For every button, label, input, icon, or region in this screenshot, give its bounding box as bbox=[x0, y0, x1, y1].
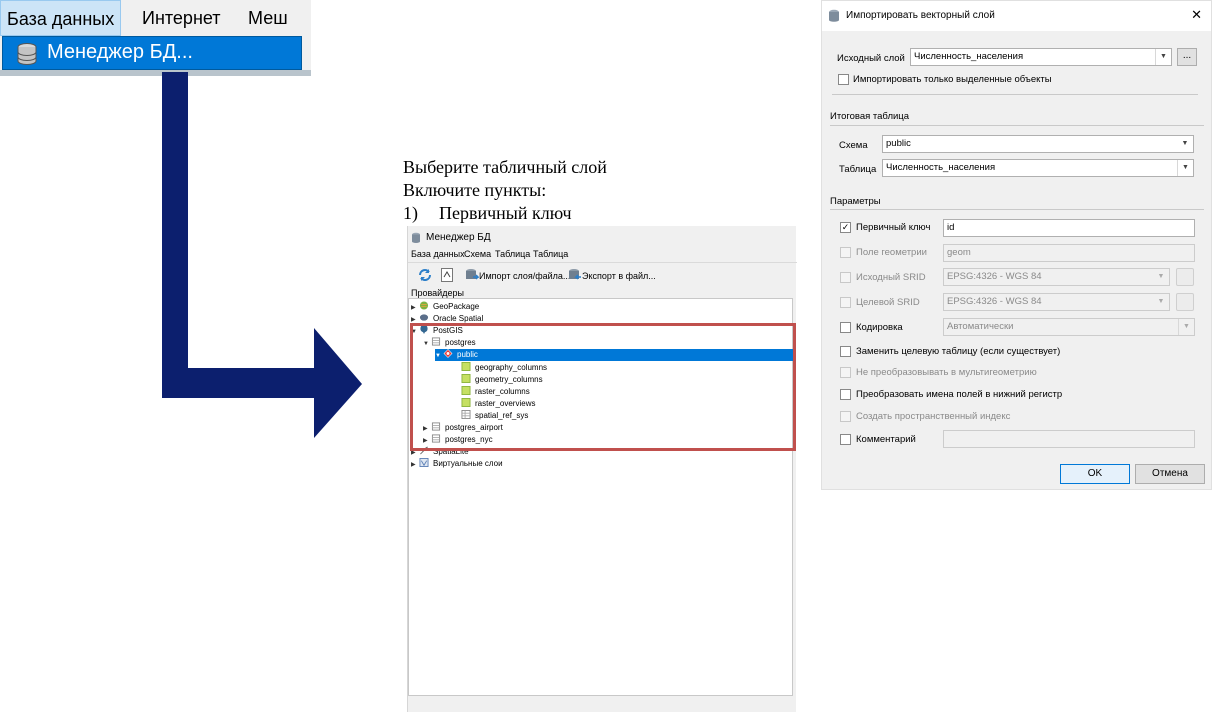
menu-crop: База данных Интернет Меш Менеджер БД... bbox=[0, 0, 311, 76]
db-manager-window: Менеджер БД База данных Схема Таблица Та… bbox=[407, 226, 797, 712]
instruction-item-text: Первичный ключ bbox=[439, 203, 572, 223]
comment-checkbox[interactable] bbox=[840, 434, 851, 445]
schema-label: Схема bbox=[839, 140, 868, 151]
dialog-title: Импортировать векторный слой bbox=[846, 10, 995, 21]
only-selected-label: Импортировать только выделенные объекты bbox=[853, 74, 1052, 85]
chevron-down-icon: ▼ bbox=[1178, 319, 1194, 335]
export-icon bbox=[569, 269, 581, 280]
close-icon[interactable]: ✕ bbox=[1191, 7, 1202, 23]
menubar: База данных Интернет Меш bbox=[0, 0, 311, 36]
encoding-combo[interactable]: Автоматически ▼ bbox=[943, 318, 1195, 336]
lowercase-fields-checkbox[interactable] bbox=[840, 389, 851, 400]
db-manager-menubar: База данных Схема Таблица Таблица bbox=[408, 248, 797, 262]
dbm-menu-schema[interactable]: Схема bbox=[464, 249, 491, 259]
chevron-down-icon: ▼ bbox=[1177, 160, 1193, 176]
oracle-icon bbox=[419, 314, 429, 321]
tree-node-virtual-layers[interactable]: ▶ Виртуальные слои bbox=[411, 458, 503, 470]
only-selected-checkbox[interactable] bbox=[838, 74, 849, 85]
cancel-button[interactable]: Отмена bbox=[1135, 464, 1205, 484]
dbm-menu-table-2[interactable]: Таблица bbox=[533, 249, 568, 259]
geometry-field-checkbox[interactable] bbox=[840, 247, 851, 258]
expand-icon[interactable]: ▶ bbox=[411, 459, 419, 471]
dbm-menu-database[interactable]: База данных bbox=[411, 249, 465, 259]
source-layer-combo[interactable]: Численность_населения ▼ bbox=[910, 48, 1172, 66]
instruction-item-number: 1) bbox=[403, 203, 418, 223]
chevron-down-icon: ▼ bbox=[1181, 140, 1189, 147]
primary-key-checkbox[interactable]: ✓ bbox=[840, 222, 851, 233]
db-manager-titlebar: Менеджер БД bbox=[408, 230, 797, 248]
db-manager-title: Менеджер БД bbox=[426, 232, 491, 243]
instruction-line-1: Выберите табличный слой bbox=[403, 157, 607, 177]
tree-node-geopackage[interactable]: ▶ GeoPackage bbox=[411, 301, 479, 313]
source-srid-label: Исходный SRID bbox=[856, 272, 926, 283]
import-vector-dialog: Импортировать векторный слой ✕ Исходный … bbox=[821, 0, 1212, 490]
chevron-down-icon: ▼ bbox=[1155, 49, 1171, 65]
geometry-field-label: Поле геометрии bbox=[856, 247, 927, 258]
export-file-button[interactable]: Экспорт в файл... bbox=[568, 267, 656, 285]
db-manager-toolbar: Импорт слоя/файла... Экспорт в файл... bbox=[408, 262, 797, 288]
separator bbox=[832, 94, 1198, 95]
no-multi-label: Не преобразовывать в мультигеометрию bbox=[856, 367, 1037, 378]
geometry-field-input[interactable]: geom bbox=[943, 244, 1195, 262]
comment-label: Комментарий bbox=[856, 434, 916, 445]
menu-mesh[interactable]: Меш bbox=[242, 0, 294, 36]
primary-key-input[interactable]: id bbox=[943, 219, 1195, 237]
encoding-checkbox[interactable] bbox=[840, 322, 851, 333]
sql-window-icon[interactable] bbox=[441, 268, 453, 282]
instruction-line-2: Включите пункты: bbox=[403, 180, 547, 200]
database-icon bbox=[412, 232, 420, 243]
target-srid-label: Целевой SRID bbox=[856, 297, 920, 308]
separator bbox=[830, 209, 1204, 210]
providers-label: Провайдеры bbox=[411, 288, 464, 298]
highlight-box bbox=[410, 323, 796, 451]
source-srid-combo[interactable]: EPSG:4326 - WGS 84 ▼ bbox=[943, 268, 1170, 286]
primary-key-label: Первичный ключ bbox=[856, 222, 931, 233]
spatial-index-label: Создать пространственный индекс bbox=[856, 411, 1011, 422]
parameters-group-label: Параметры bbox=[830, 196, 881, 207]
output-table-group-label: Итоговая таблица bbox=[830, 111, 910, 122]
import-layer-button[interactable]: Импорт слоя/файла... bbox=[465, 267, 570, 285]
chevron-down-icon: ▼ bbox=[1157, 273, 1165, 280]
target-srid-checkbox[interactable] bbox=[840, 297, 851, 308]
replace-table-checkbox[interactable] bbox=[840, 346, 851, 357]
menu-item-db-manager[interactable]: Менеджер БД... bbox=[2, 36, 302, 70]
ok-button[interactable]: OK bbox=[1060, 464, 1130, 484]
crs-selector-icon[interactable] bbox=[1176, 268, 1194, 286]
flow-arrow-icon bbox=[162, 72, 362, 438]
database-icon bbox=[17, 43, 37, 65]
table-combo[interactable]: Численность_населения ▼ bbox=[882, 159, 1194, 177]
menu-internet[interactable]: Интернет bbox=[136, 0, 227, 36]
chevron-down-icon: ▼ bbox=[1157, 298, 1165, 305]
geopackage-icon bbox=[419, 301, 429, 310]
virtual-layer-icon bbox=[419, 458, 429, 467]
schema-combo[interactable]: public ▼ bbox=[882, 135, 1194, 153]
table-label: Таблица bbox=[839, 164, 877, 175]
encoding-label: Кодировка bbox=[856, 322, 903, 333]
spatial-index-checkbox[interactable] bbox=[840, 411, 851, 422]
checkmark-icon: ✓ bbox=[841, 222, 850, 232]
import-icon bbox=[466, 269, 480, 280]
source-srid-checkbox[interactable] bbox=[840, 272, 851, 283]
refresh-icon[interactable] bbox=[418, 268, 432, 282]
crs-selector-icon[interactable] bbox=[1176, 293, 1194, 311]
lowercase-fields-label: Преобразовать имена полей в нижний регис… bbox=[856, 389, 1063, 400]
menu-database[interactable]: База данных bbox=[0, 0, 122, 36]
dialog-titlebar: Импортировать векторный слой ✕ bbox=[822, 1, 1211, 31]
menu-item-db-manager-label: Менеджер БД... bbox=[47, 41, 193, 63]
target-srid-combo[interactable]: EPSG:4326 - WGS 84 ▼ bbox=[943, 293, 1170, 311]
separator bbox=[830, 125, 1204, 126]
dbm-menu-table[interactable]: Таблица bbox=[495, 249, 530, 259]
browse-button[interactable]: ... bbox=[1177, 48, 1197, 66]
database-icon bbox=[829, 9, 839, 22]
source-layer-label: Исходный слой bbox=[837, 53, 905, 64]
comment-input[interactable] bbox=[943, 430, 1195, 448]
replace-table-label: Заменить целевую таблицу (если существуе… bbox=[856, 346, 1061, 357]
no-multi-checkbox[interactable] bbox=[840, 367, 851, 378]
